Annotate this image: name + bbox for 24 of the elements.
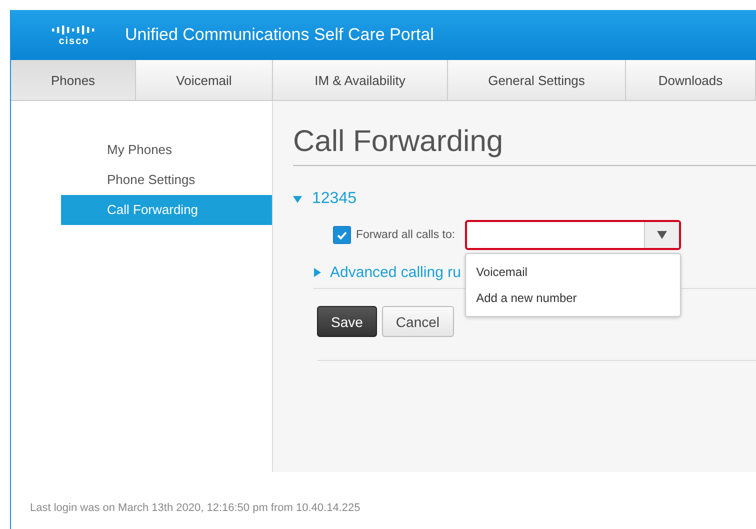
- save-button[interactable]: Save: [317, 306, 377, 337]
- last-login-text: Last login was on March 13th 2020, 12:16:50 pm from 10.40.14.225: [30, 502, 360, 514]
- nav-tab[interactable]: IM & Availability: [273, 60, 448, 100]
- page-heading: Call Forwarding: [293, 125, 756, 166]
- caret-icon: [657, 231, 668, 239]
- nav-tab[interactable]: General Settings: [448, 60, 626, 100]
- checkbox[interactable]: [333, 226, 351, 244]
- portal-title: Unified Communications Self Care Portal: [125, 25, 434, 45]
- forward-number-combobox[interactable]: [465, 220, 682, 250]
- menu-option[interactable]: Add a new number: [466, 285, 680, 311]
- checkmark-icon: [336, 229, 348, 241]
- checkbox-label: Forward all calls to:: [356, 229, 456, 241]
- caret-icon: [293, 194, 302, 204]
- sidebar-item[interactable]: Phone Settings: [61, 165, 272, 195]
- nav-tab[interactable]: Phones: [11, 60, 136, 100]
- sidebar-item[interactable]: My Phones: [61, 135, 272, 165]
- nav-tab[interactable]: Voicemail: [136, 60, 273, 100]
- menu-option[interactable]: Voicemail: [466, 259, 680, 285]
- cancel-button[interactable]: Cancel: [382, 306, 454, 337]
- dropdown-button[interactable]: [644, 222, 680, 248]
- cisco-logo: cisco: [49, 23, 99, 47]
- caret-icon: [313, 268, 322, 277]
- nav-tab[interactable]: Downloads: [626, 60, 756, 100]
- logo-bars-icon: [51, 23, 97, 37]
